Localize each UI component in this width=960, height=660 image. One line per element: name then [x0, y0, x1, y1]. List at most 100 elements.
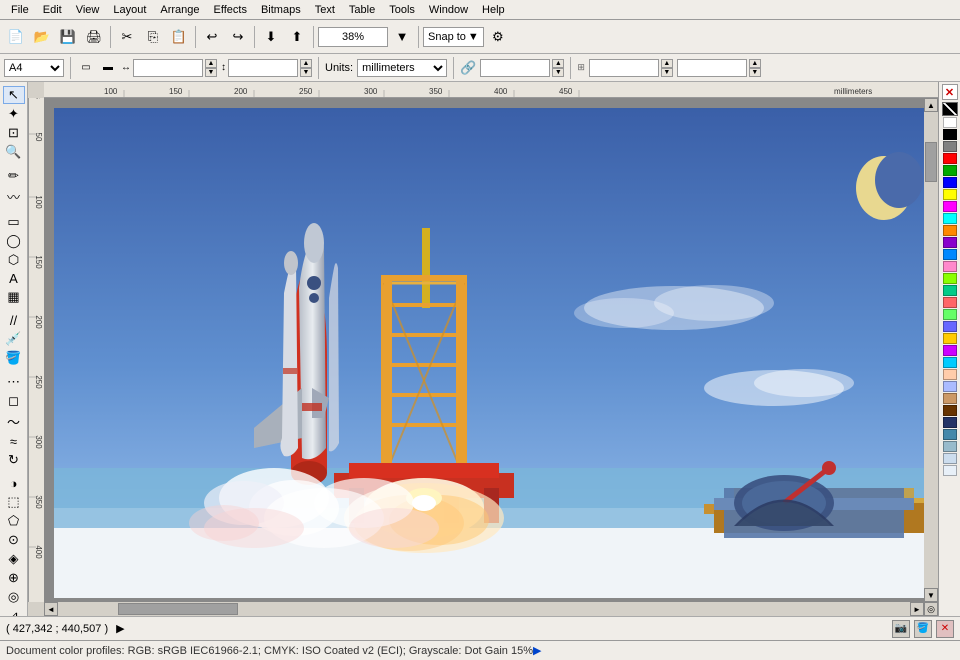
scroll-left-button[interactable]: ◄	[44, 602, 58, 616]
undo-button[interactable]: ↩	[200, 25, 224, 49]
menu-window[interactable]: Window	[422, 3, 475, 17]
units-select[interactable]: millimeters	[357, 59, 447, 77]
coordx-spinner[interactable]: ▲ ▼	[661, 59, 673, 77]
menu-view[interactable]: View	[69, 3, 107, 17]
violet-swatch[interactable]	[943, 345, 957, 356]
zoom-input[interactable]: 38%	[318, 27, 388, 47]
tool-arrow[interactable]: ↖	[3, 86, 25, 104]
gray-swatch[interactable]	[943, 141, 957, 152]
black-white-swatch[interactable]	[942, 102, 958, 116]
lightred-swatch[interactable]	[943, 297, 957, 308]
landscape-button[interactable]: ▬	[99, 57, 117, 79]
white-swatch[interactable]	[943, 117, 957, 128]
menu-edit[interactable]: Edit	[36, 3, 69, 17]
tool-zoom[interactable]: 🔍	[3, 143, 25, 161]
brown-swatch[interactable]	[943, 405, 957, 416]
teal-swatch[interactable]	[943, 285, 957, 296]
zoom-dropdown-button[interactable]: ▼	[390, 25, 414, 49]
tool-shadow[interactable]: ◑	[3, 475, 25, 492]
menu-arrange[interactable]: Arrange	[153, 3, 206, 17]
menu-effects[interactable]: Effects	[207, 3, 254, 17]
open-button[interactable]: 📂	[30, 25, 54, 49]
menu-bitmaps[interactable]: Bitmaps	[254, 3, 308, 17]
menu-table[interactable]: Table	[342, 3, 382, 17]
tool-free-transform[interactable]: ↻	[3, 451, 25, 469]
save-button[interactable]: 💾	[56, 25, 80, 49]
redo-button[interactable]: ↪	[226, 25, 250, 49]
pink-swatch[interactable]	[943, 261, 957, 272]
tool-table[interactable]: ▦	[3, 288, 25, 306]
periwinkle-swatch[interactable]	[943, 381, 957, 392]
copy-button[interactable]: ⎘	[141, 25, 165, 49]
tool-parallel[interactable]: //	[3, 312, 25, 329]
tool-shape[interactable]: ✦	[3, 105, 25, 123]
tool-envelope[interactable]: ⬚	[3, 493, 25, 511]
peach-swatch[interactable]	[943, 369, 957, 380]
lightblue2-swatch[interactable]	[943, 321, 957, 332]
navigator-button[interactable]: ◎	[924, 602, 938, 616]
scroll-thumb[interactable]	[925, 142, 937, 182]
snap-to-dropdown[interactable]: Snap to ▼	[423, 27, 484, 47]
page-nav-arrow[interactable]: ▶	[116, 622, 124, 635]
nudge-input[interactable]: 2,54 mm	[480, 59, 550, 77]
tool-fill[interactable]: 🪣	[3, 349, 25, 367]
vertical-scrollbar[interactable]: ▲ ▼	[924, 98, 938, 602]
tool-text[interactable]: A	[3, 270, 25, 287]
width-input[interactable]: 210,0 mm	[133, 59, 203, 77]
black-swatch[interactable]	[943, 129, 957, 140]
print-button[interactable]: 🖨	[82, 25, 106, 49]
skyblue-swatch[interactable]	[943, 357, 957, 368]
lightsteel-swatch[interactable]	[943, 441, 957, 452]
tool-blend[interactable]: ⋯	[3, 373, 25, 391]
close-status-icon[interactable]: ✕	[936, 620, 954, 638]
darknavy-swatch[interactable]	[943, 417, 957, 428]
tan-swatch[interactable]	[943, 393, 957, 404]
no-color-swatch[interactable]: ✕	[942, 84, 958, 100]
tool-contour[interactable]: ⊙	[3, 531, 25, 549]
export-button[interactable]: ⬆	[285, 25, 309, 49]
coord-y-input[interactable]: 6,35 mm	[677, 59, 747, 77]
menu-tools[interactable]: Tools	[382, 3, 422, 17]
width-down[interactable]: ▼	[205, 68, 217, 77]
tool-lens[interactable]: ⊕	[3, 569, 25, 587]
coordy-spinner[interactable]: ▲ ▼	[749, 59, 761, 77]
red-swatch[interactable]	[943, 153, 957, 164]
nudge-up[interactable]: ▲	[552, 59, 564, 68]
tool-eraser[interactable]: ◻	[3, 392, 25, 410]
menu-layout[interactable]: Layout	[106, 3, 153, 17]
coordx-up[interactable]: ▲	[661, 59, 673, 68]
height-spinner[interactable]: ▲ ▼	[300, 59, 312, 77]
orange-swatch[interactable]	[943, 225, 957, 236]
cyan-swatch[interactable]	[943, 213, 957, 224]
cut-button[interactable]: ✂	[115, 25, 139, 49]
magenta-swatch[interactable]	[943, 201, 957, 212]
tool-coloreyedropper[interactable]: ◎	[3, 588, 25, 606]
height-input[interactable]: 297,0 mm	[228, 59, 298, 77]
tool-freehand[interactable]: ✏	[3, 167, 25, 185]
import-button[interactable]: ⬇	[259, 25, 283, 49]
blue-swatch[interactable]	[943, 177, 957, 188]
tool-transparency[interactable]: ◈	[3, 550, 25, 568]
coordy-down[interactable]: ▼	[749, 68, 761, 77]
menu-help[interactable]: Help	[475, 3, 512, 17]
width-spinner[interactable]: ▲ ▼	[205, 59, 217, 77]
page-size-select[interactable]: A4	[4, 59, 64, 77]
tool-roughen[interactable]: ≈	[3, 433, 25, 450]
tool-paintbucket[interactable]: ⊿	[3, 607, 25, 616]
menu-text[interactable]: Text	[308, 3, 342, 17]
gold-swatch[interactable]	[943, 333, 957, 344]
nudge-spinner[interactable]: ▲ ▼	[552, 59, 564, 77]
tool-rectangle[interactable]: ▭	[3, 213, 25, 231]
scroll-down-button[interactable]: ▼	[924, 588, 938, 602]
nudge-down[interactable]: ▼	[552, 68, 564, 77]
tool-polygon[interactable]: ⬡	[3, 251, 25, 269]
yellow-swatch[interactable]	[943, 189, 957, 200]
coordx-down[interactable]: ▼	[661, 68, 673, 77]
tool-crop[interactable]: ⊡	[3, 124, 25, 142]
lightgreen2-swatch[interactable]	[943, 309, 957, 320]
camera-icon[interactable]: 📷	[892, 620, 910, 638]
lightgreen-swatch[interactable]	[943, 273, 957, 284]
purple-swatch[interactable]	[943, 237, 957, 248]
tool-ellipse[interactable]: ◯	[3, 232, 25, 250]
new-button[interactable]: 📄	[4, 25, 28, 49]
